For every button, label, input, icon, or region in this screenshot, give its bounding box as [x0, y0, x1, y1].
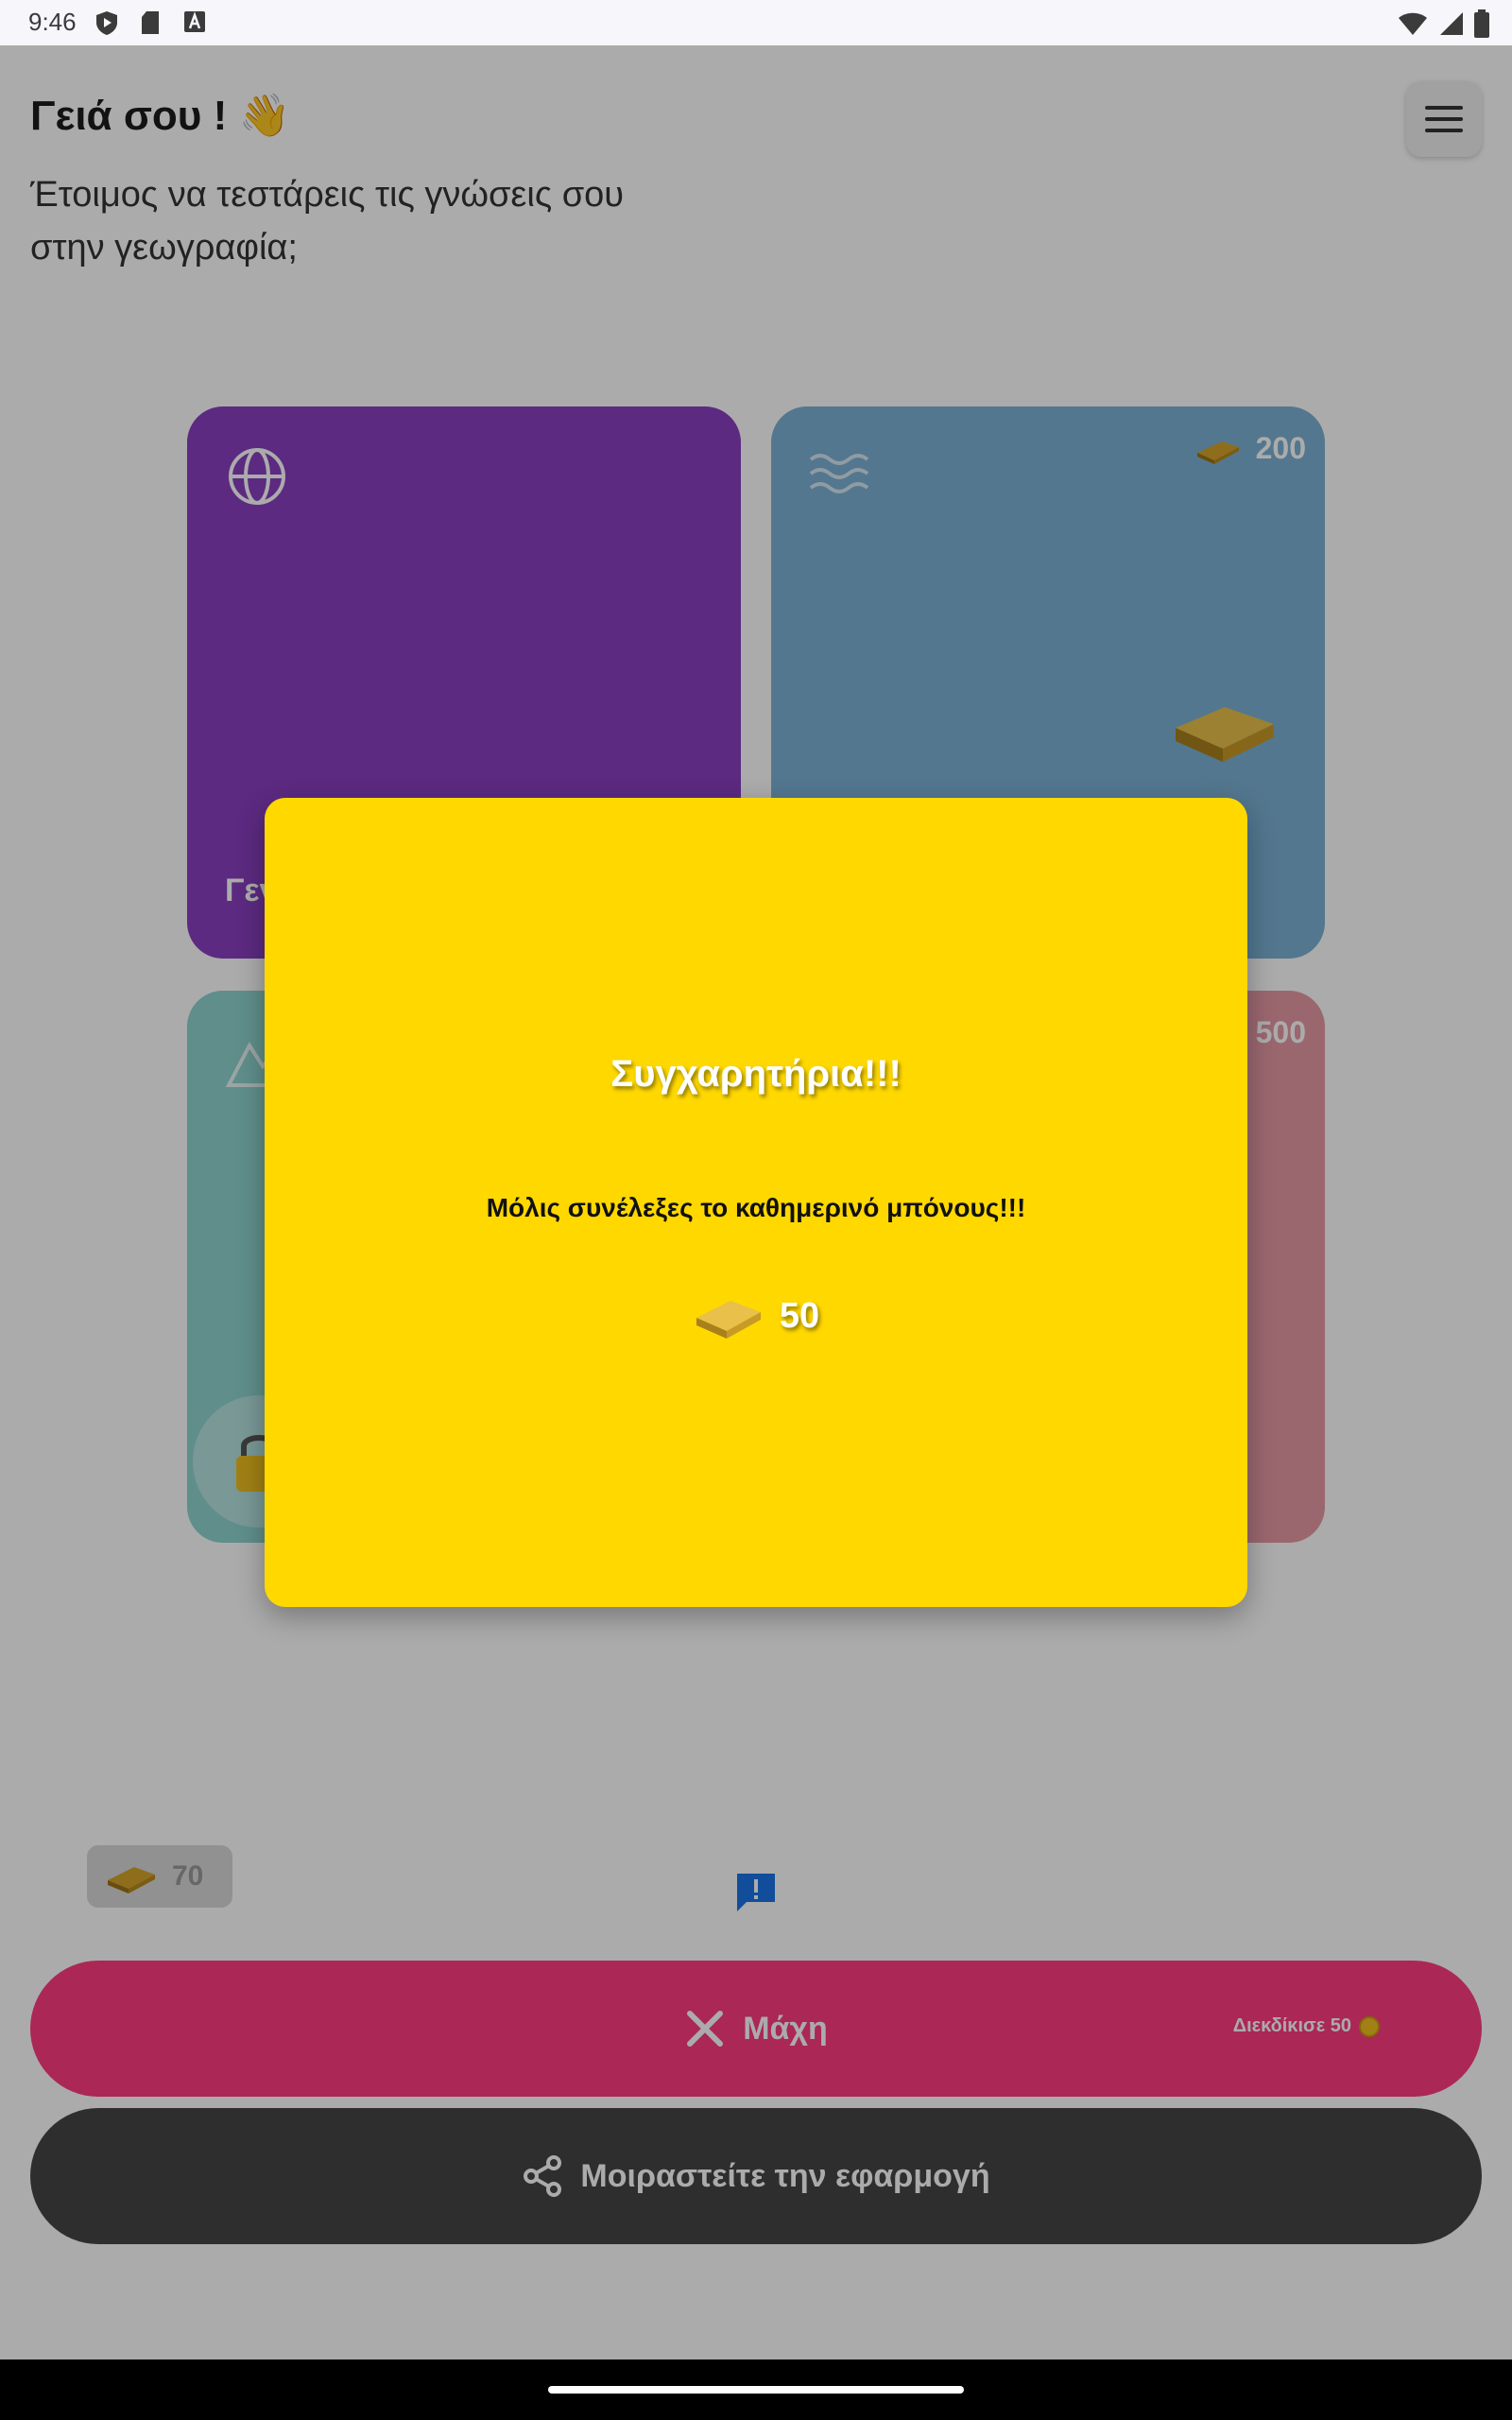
signal-icon: [1440, 12, 1463, 35]
shield-play-icon: [96, 11, 117, 35]
reward-amount: 50: [265, 1289, 1247, 1342]
dialog-title: Συγχαρητήρια!!!: [610, 1053, 902, 1095]
status-bar: 9:46: [0, 0, 1512, 45]
system-icons: [1397, 9, 1489, 38]
gold-bar-icon: [696, 1301, 761, 1339]
dialog-message: Μόλις συνέλεξες το καθημερινό μπόνους!!!: [486, 1193, 1026, 1222]
wifi-icon: [1399, 12, 1427, 35]
daily-bonus-dialog: Συγχαρητήρια!!! Μόλις συνέλεξες το καθημ…: [265, 798, 1247, 1607]
font-a-icon: [184, 11, 205, 32]
system-navigation-bar: [0, 2360, 1512, 2420]
status-time: 9:46: [28, 8, 77, 36]
home-gesture-handle[interactable]: [548, 2386, 964, 2394]
battery-icon: [1474, 9, 1489, 38]
reward-value: 50: [779, 1295, 820, 1336]
sd-card-icon: [142, 11, 159, 34]
